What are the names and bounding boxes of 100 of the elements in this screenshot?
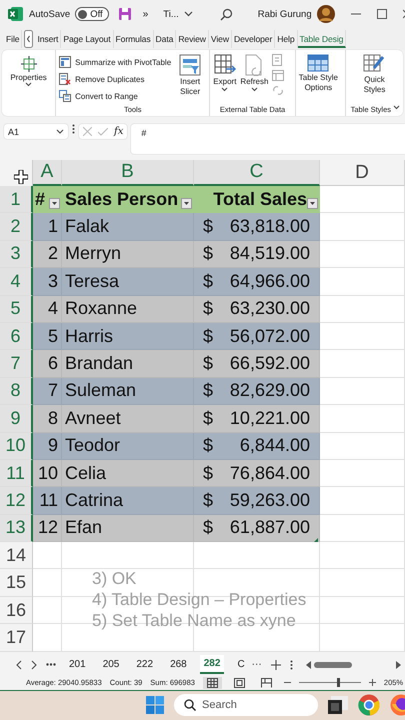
row-header[interactable]: 8 — [0, 378, 33, 406]
cell-text: Teodor — [65, 435, 120, 456]
row-header[interactable]: 14 — [0, 542, 33, 570]
ribbon-button[interactable]: Remove Duplicates — [59, 73, 172, 85]
cell-text: Teresa — [65, 270, 120, 292]
cell-text: 11 — [39, 490, 58, 511]
currency-symbol: $ — [203, 298, 214, 320]
more-commands-button[interactable]: » — [142, 8, 148, 20]
row-header[interactable]: 7 — [0, 350, 33, 378]
ribbon-tab[interactable]: Data — [154, 30, 176, 48]
export-button[interactable]: Export — [213, 54, 236, 92]
cell-text: 4 — [48, 298, 58, 320]
row-header[interactable]: 9 — [0, 405, 33, 433]
overlay-note: 4) Table Design – Properties — [92, 589, 306, 610]
row-header[interactable]: 15 — [0, 569, 33, 597]
cell-text: 9 — [48, 435, 58, 456]
name-box[interactable]: A1 — [4, 124, 68, 139]
sheet-tab[interactable]: 201 — [65, 656, 90, 674]
ribbon-tab[interactable]: File — [4, 30, 22, 48]
header-text: Total Sales — [213, 188, 307, 210]
cell-text: 66,592.00 — [230, 353, 311, 374]
cell-text: 3 — [48, 270, 58, 292]
ribbon-tab[interactable]: Developer — [232, 30, 276, 48]
autosave-toggle[interactable]: Off — [75, 7, 109, 21]
currency-symbol: $ — [203, 517, 214, 538]
row-header[interactable]: 5 — [0, 296, 33, 323]
cell-text: 10,221.00 — [230, 408, 311, 429]
cell-text: 59,263.00 — [230, 490, 311, 511]
column-header[interactable]: B — [62, 160, 194, 186]
sheet-tab[interactable]: 205 — [98, 656, 124, 674]
column-header[interactable]: D — [320, 160, 405, 186]
header-text: Sales Person — [65, 188, 178, 210]
quick-styles-button[interactable]: Quick Styles — [363, 54, 386, 94]
refresh-button[interactable]: Refresh — [240, 54, 268, 92]
taskbar-search-field[interactable]: Search — [174, 694, 318, 716]
sheet-tab[interactable]: 222 — [132, 656, 158, 674]
insert-slicer-button[interactable]: Insert Slicer — [179, 54, 202, 96]
ribbon-button[interactable]: Convert to Range — [59, 90, 172, 102]
cell-text: 6,844.00 — [240, 435, 311, 456]
cell-text: 64,966.00 — [230, 270, 311, 292]
cell-text: 7 — [48, 380, 58, 402]
autosave-label: AutoSave — [29, 8, 70, 20]
row-header[interactable]: 16 — [0, 596, 33, 624]
cell-text: 56,072.00 — [230, 326, 311, 347]
cell-text: Falak — [65, 216, 110, 238]
ribbon-tab[interactable]: Formulas — [114, 30, 154, 48]
row-header[interactable]: 4 — [0, 268, 33, 296]
row-header[interactable]: 10 — [0, 432, 33, 460]
formula-field[interactable]: # — [131, 124, 405, 154]
row-header[interactable]: 12 — [0, 487, 33, 515]
cell-text: 1 — [48, 216, 58, 238]
row-header[interactable]: 6 — [0, 322, 33, 350]
cell-text: 61,887.00 — [230, 517, 311, 538]
cell-text: 63,818.00 — [230, 216, 311, 238]
currency-symbol: $ — [203, 380, 214, 402]
currency-symbol: $ — [203, 216, 214, 238]
insert-function-button[interactable]: fx — [114, 126, 124, 137]
row-header[interactable]: 11 — [0, 460, 33, 488]
row-header[interactable]: 1 — [0, 186, 33, 214]
cell-text: Roxanne — [65, 298, 138, 320]
user-name: Rabi Gurung — [258, 8, 312, 20]
more-sheets-button[interactable]: ··· — [252, 659, 262, 670]
ribbon-tab[interactable]: Review — [176, 30, 209, 48]
ribbon-button[interactable]: Summarize with PivotTable — [59, 56, 172, 68]
ribbon-tab[interactable]: Page Layout — [61, 30, 114, 48]
currency-symbol: $ — [203, 435, 214, 456]
column-header[interactable]: A — [33, 160, 62, 186]
currency-symbol: $ — [203, 243, 214, 264]
currency-symbol: $ — [203, 490, 214, 511]
cell-text: Catrina — [65, 490, 124, 511]
cell-text: 76,864.00 — [230, 462, 311, 484]
header-text: # — [35, 188, 46, 210]
file-name[interactable]: Ti... — [163, 8, 179, 20]
row-header[interactable]: 3 — [0, 240, 33, 268]
cell-text: 12 — [38, 517, 58, 538]
ribbon-tab[interactable]: Insert — [35, 30, 62, 48]
cell-text: 6 — [48, 353, 58, 374]
row-header[interactable]: 17 — [0, 624, 33, 652]
sheet-tab[interactable]: C — [233, 656, 249, 674]
cell-text: Brandan — [65, 353, 134, 374]
cell-text: 5 — [48, 326, 58, 347]
sheet-tab[interactable]: 282 — [200, 655, 224, 674]
cell-text: Avneet — [65, 408, 121, 429]
column-header[interactable]: C — [194, 160, 320, 186]
currency-symbol: $ — [203, 326, 214, 347]
ribbon-tab[interactable]: Help — [275, 30, 298, 48]
properties-button[interactable]: Properties — [10, 56, 47, 82]
ribbon-tab[interactable]: Table Desig — [298, 30, 346, 48]
ribbon-tab[interactable]: View — [208, 30, 232, 48]
row-header[interactable]: 2 — [0, 213, 33, 241]
cell-text: 2 — [48, 243, 58, 264]
cell-text: 63,230.00 — [230, 298, 311, 320]
table-style-options-button[interactable]: Table Style Options — [298, 54, 338, 92]
overlay-note: 3) OK — [92, 568, 136, 589]
row-header[interactable]: 13 — [0, 514, 33, 542]
cell-text: 82,629.00 — [230, 380, 311, 402]
currency-symbol: $ — [203, 462, 214, 484]
sheet-tab[interactable]: 268 — [166, 656, 191, 674]
cell-text: 84,519.00 — [230, 243, 311, 264]
cell-text: 8 — [48, 408, 58, 429]
